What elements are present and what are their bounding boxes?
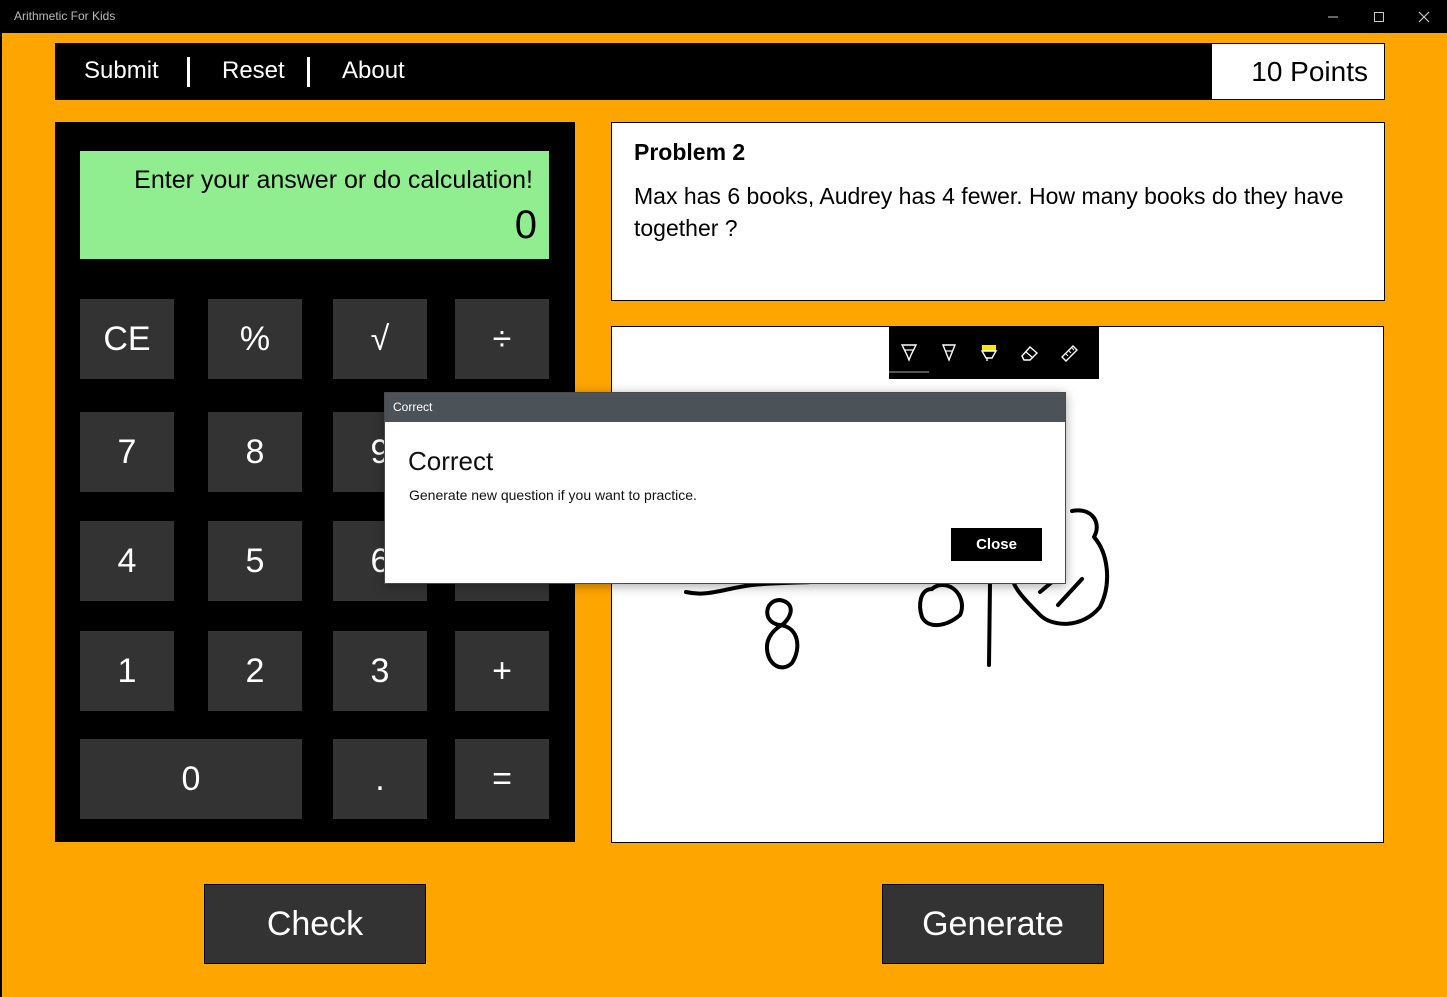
check-button[interactable]: Check [204,884,426,964]
submit-menu-item[interactable]: Submit [84,57,159,85]
dialog-heading: Correct [408,446,494,476]
minimize-button[interactable] [1310,0,1356,33]
about-menu-item[interactable]: About [342,57,405,85]
problem-title: Problem 2 [634,139,746,165]
ink-stroke [918,583,964,627]
key-clear-entry[interactable]: CE [80,299,174,379]
pencil-tool[interactable] [929,337,969,369]
minimize-icon [1328,16,1338,17]
highlighter-tool[interactable] [969,337,1009,369]
key-square-root[interactable]: √ [333,299,427,379]
ink-toolbar [889,327,1099,379]
key-decimal[interactable]: . [333,739,427,819]
ink-stroke [764,598,800,670]
ballpoint-pen-tool[interactable] [889,337,929,373]
ruler-icon [1061,345,1078,362]
key-equals[interactable]: = [455,739,549,819]
reset-menu-item[interactable]: Reset [222,57,285,85]
key-add[interactable]: + [455,631,549,711]
key-4[interactable]: 4 [80,521,174,601]
menu-separator [307,57,310,87]
menu-bar: Submit Reset About [55,43,1213,100]
ballpoint-pen-icon [900,344,918,362]
eraser-icon [1021,346,1039,361]
dialog-close-button[interactable]: Close [951,528,1042,561]
generate-button[interactable]: Generate [882,884,1104,964]
calculator-prompt: Enter your answer or do calculation! [134,166,533,194]
key-7[interactable]: 7 [80,412,174,492]
key-5[interactable]: 5 [208,521,302,601]
active-tool-indicator [889,371,929,373]
dialog-message: Generate new question if you want to pra… [409,487,697,503]
ink-stroke [987,581,992,667]
key-2[interactable]: 2 [208,631,302,711]
key-0[interactable]: 0 [80,739,302,819]
window-title: Arithmetic For Kids [14,9,116,23]
calculator-value: 0 [514,203,537,247]
close-icon [1418,11,1430,22]
correct-dialog: Correct Correct Generate new question if… [384,392,1066,584]
problem-text: Max has 6 books, Audrey has 4 fewer. How… [634,183,1344,241]
calculator-display: Enter your answer or do calculation! 0 [80,151,549,259]
maximize-button[interactable] [1356,0,1402,33]
points-display: 10 Points [1211,43,1385,100]
pencil-icon [941,344,957,362]
key-3[interactable]: 3 [333,631,427,711]
close-window-button[interactable] [1401,0,1447,33]
key-percent[interactable]: % [208,299,302,379]
key-8[interactable]: 8 [208,412,302,492]
menu-separator [187,57,190,87]
maximize-icon [1374,11,1384,22]
highlighter-icon [980,345,998,361]
dialog-titlebar: Correct [385,393,1065,422]
ruler-tool[interactable] [1049,337,1089,369]
key-1[interactable]: 1 [80,631,174,711]
eraser-tool[interactable] [1009,337,1049,369]
window-titlebar: Arithmetic For Kids [0,0,1447,33]
key-divide[interactable]: ÷ [455,299,549,379]
problem-panel: Problem 2 Max has 6 books, Audrey has 4 … [611,122,1385,301]
